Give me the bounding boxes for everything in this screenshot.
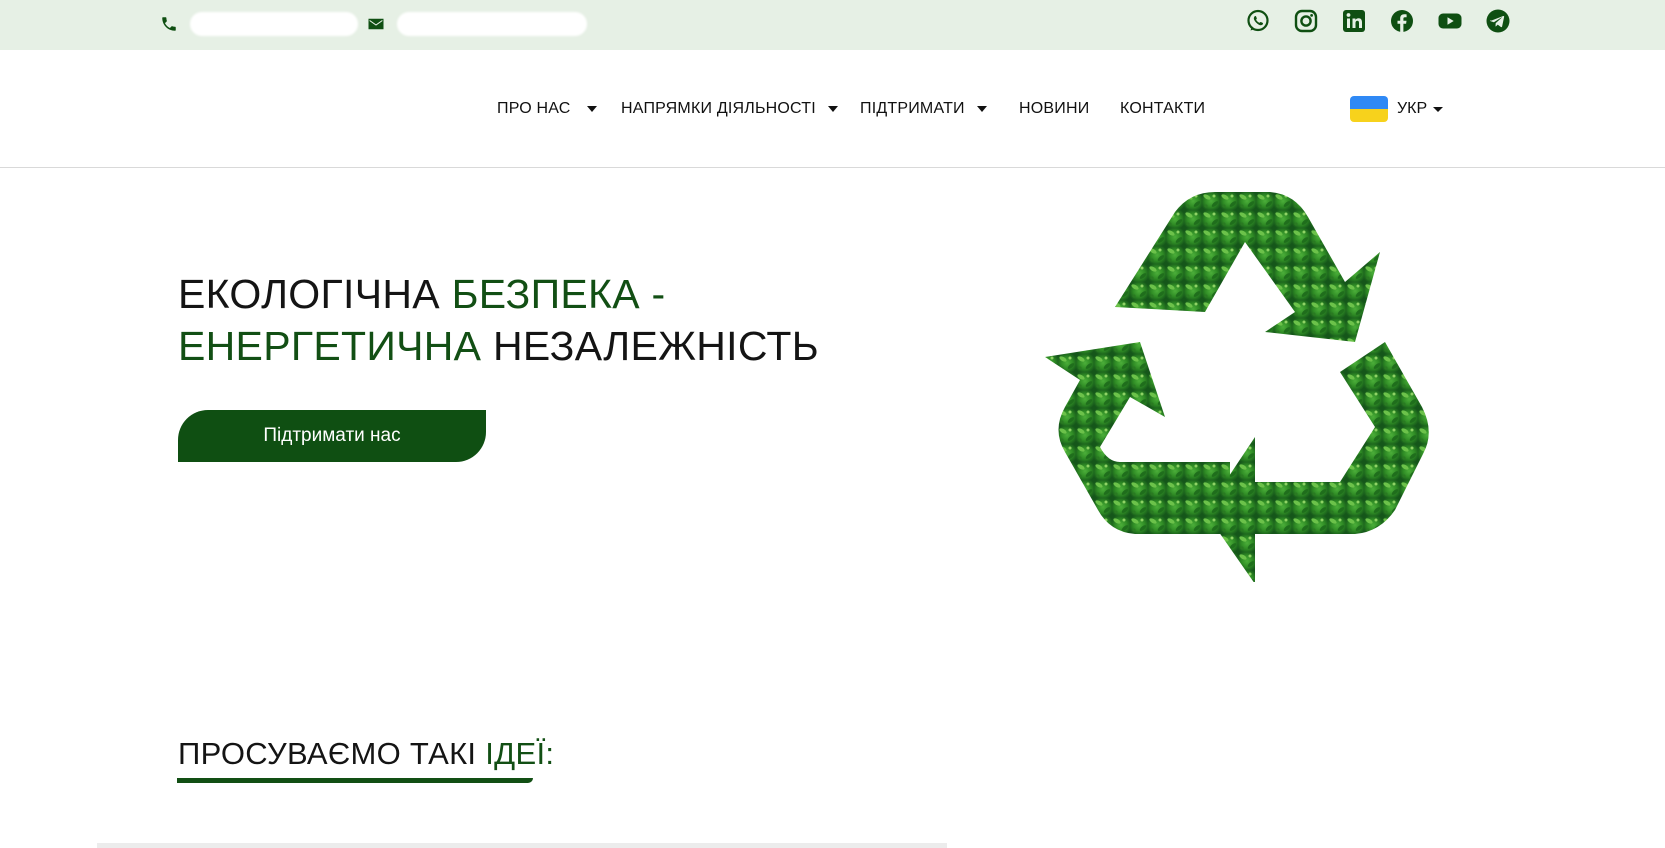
hero-title-highlight: БЕЗПЕКА - <box>451 271 666 317</box>
nav-item-support[interactable]: ПІДТРИМАТИ <box>860 100 987 118</box>
social-links <box>1245 8 1511 34</box>
recycle-symbol-image <box>1040 192 1460 584</box>
top-bar <box>0 0 1665 50</box>
phone-icon <box>160 15 178 33</box>
language-selector[interactable]: УКР <box>1350 96 1444 122</box>
email-contact[interactable] <box>367 8 587 40</box>
ukraine-flag-icon <box>1350 96 1388 122</box>
telegram-icon[interactable] <box>1485 8 1511 34</box>
content-divider <box>97 843 947 848</box>
nav-item-label: КОНТАКТИ <box>1120 100 1206 117</box>
caret-down-icon <box>586 106 597 112</box>
facebook-icon[interactable] <box>1389 8 1415 34</box>
instagram-icon[interactable] <box>1293 8 1319 34</box>
email-address-redacted <box>397 12 587 36</box>
caret-down-icon <box>1433 106 1444 112</box>
linkedin-icon[interactable] <box>1341 8 1367 34</box>
caret-down-icon <box>827 106 838 112</box>
envelope-icon <box>367 15 385 33</box>
nav-item-about[interactable]: ПРО НАС <box>497 100 597 118</box>
caret-down-icon <box>976 106 987 112</box>
nav-item-activities[interactable]: НАПРЯМКИ ДІЯЛЬНОСТІ <box>621 100 838 118</box>
site-header: ПРО НАС НАПРЯМКИ ДІЯЛЬНОСТІ ПІДТРИМАТИ Н… <box>0 50 1665 168</box>
language-label: УКР <box>1397 100 1428 117</box>
nav-item-contacts[interactable]: КОНТАКТИ <box>1120 100 1205 118</box>
nav-item-news[interactable]: НОВИНИ <box>1019 100 1089 118</box>
phone-contact[interactable] <box>160 8 358 40</box>
hero-title-text: ЕКОЛОГІЧНА <box>178 271 452 317</box>
nav-item-label: НАПРЯМКИ ДІЯЛЬНОСТІ <box>621 100 816 117</box>
support-us-button[interactable]: Підтримати нас <box>178 410 486 462</box>
nav-item-label: НОВИНИ <box>1019 100 1090 117</box>
hero-title: ЕКОЛОГІЧНА БЕЗПЕКА - ЕНЕРГЕТИЧНА НЕЗАЛЕЖ… <box>178 268 819 372</box>
nav-item-label: ПІДТРИМАТИ <box>860 100 965 117</box>
ideas-title-highlight: ІДЕЇ: <box>485 736 555 771</box>
title-underline <box>177 778 533 783</box>
ideas-title-text: ПРОСУВАЄМО ТАКІ <box>178 736 486 771</box>
hero-title-highlight: ЕНЕРГЕТИЧНА <box>178 323 482 369</box>
phone-number-redacted <box>190 12 358 36</box>
nav-item-label: ПРО НАС <box>497 100 571 117</box>
ideas-section-title: ПРОСУВАЄМО ТАКІ ІДЕЇ: <box>178 736 554 772</box>
youtube-icon[interactable] <box>1437 8 1463 34</box>
whatsapp-icon[interactable] <box>1245 8 1271 34</box>
hero-title-text: НЕЗАЛЕЖНІСТЬ <box>481 323 819 369</box>
